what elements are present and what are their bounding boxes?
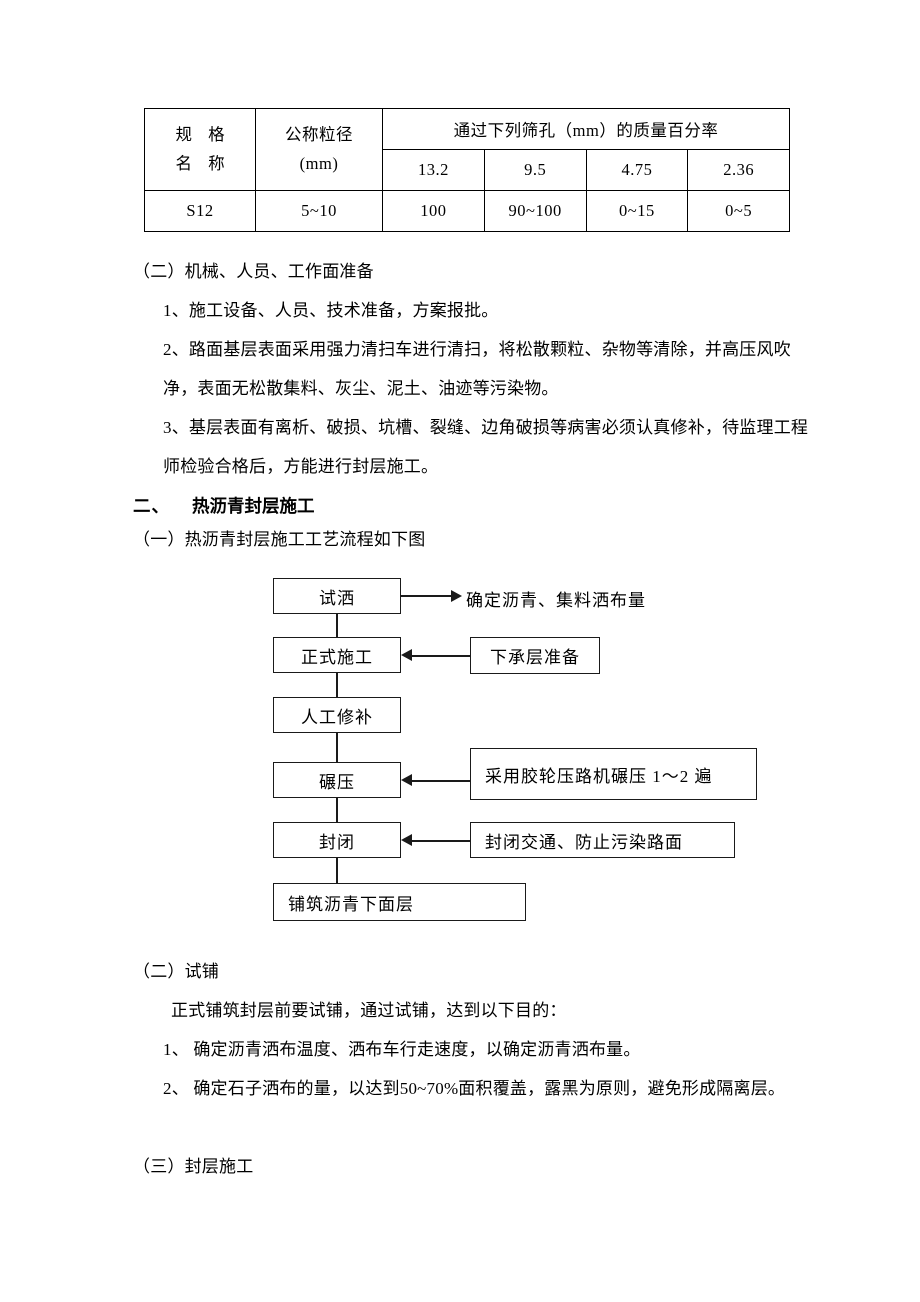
trial-paving-item-1: 1、 确定沥青洒布温度、洒布车行走速度，以确定沥青洒布量。: [163, 1040, 641, 1059]
flow-box-rolling-note: 采用胶轮压路机碾压 1～2 遍: [470, 748, 757, 800]
prep-item-1: 1、施工设备、人员、技术准备，方案报批。: [163, 301, 499, 320]
arrow-head-subbase-to-formal: [401, 649, 412, 661]
cell-sieve-0: 100: [382, 190, 485, 232]
prep-item-3: 3、基层表面有离析、破损、坑槽、裂缝、边角破损等病害必须认真修补，待监理工程师检…: [163, 418, 809, 476]
arrow-head-trial-output: [451, 590, 462, 602]
document-page: 规 格 名 称 公称粒径 (mm) 通过下列筛孔（mm）的质量百分率 13.2 …: [0, 0, 920, 1302]
trial-paving-heading: （二）试铺: [133, 962, 219, 981]
chapter-two-heading: 二、 热沥青封层施工: [133, 491, 315, 521]
table-header-nominal-size: 公称粒径 (mm): [255, 108, 383, 191]
flow-box-manual-repair: 人工修补: [273, 697, 401, 733]
connector-repair-to-rolling: [336, 733, 338, 762]
cell-grade-name: S12: [144, 190, 256, 232]
cell-sieve-3: 0~5: [687, 190, 790, 232]
prep-item-2: 2、路面基层表面采用强力清扫车进行清扫，将松散颗粒、杂物等清除，并高压风吹净，表…: [163, 340, 791, 398]
flow-box-subbase-preparation: 下承层准备: [470, 637, 600, 674]
flow-box-trial-spray: 试洒: [273, 578, 401, 614]
flow-box-rolling: 碾压: [273, 762, 401, 798]
table-header-grade: 规 格 名 称: [144, 108, 256, 191]
arrow-line-rolling-note-to-rolling: [412, 780, 470, 782]
table-header-sieve-1: 9.5: [483, 149, 587, 191]
table-header-sieve-group: 通过下列筛孔（mm）的质量百分率: [382, 108, 790, 150]
grade-header-line2: 名 称: [175, 153, 231, 173]
flow-section-heading: （一）热沥青封层施工工艺流程如下图: [133, 530, 426, 549]
connector-closure-to-lay: [336, 858, 338, 883]
chapter-two-number: 二、: [133, 496, 170, 516]
table-header-sieve-3: 2.36: [687, 149, 790, 191]
flow-box-closure: 封闭: [273, 822, 401, 858]
table-row: S12 5~10 100 90~100 0~15 0~5: [144, 190, 790, 232]
flow-label-trial-spray-output: 确定沥青、集料洒布量: [466, 591, 646, 610]
trial-paving-item-2: 2、 确定石子洒布的量，以达到50~70%面积覆盖，露黑为原则，避免形成隔离层。: [163, 1079, 786, 1098]
aggregate-spec-table: 规 格 名 称 公称粒径 (mm) 通过下列筛孔（mm）的质量百分率 13.2 …: [144, 108, 790, 232]
arrow-line-trial-output: [401, 595, 451, 597]
connector-trial-to-formal: [336, 614, 338, 637]
flow-box-closure-note: 封闭交通、防止污染路面: [470, 822, 735, 858]
table-row: 规 格 名 称 公称粒径 (mm) 通过下列筛孔（mm）的质量百分率: [144, 108, 790, 191]
connector-formal-to-repair: [336, 673, 338, 697]
connector-rolling-to-closure: [336, 798, 338, 822]
flow-box-lay-asphalt-lower-course: 铺筑沥青下面层: [273, 883, 526, 921]
nominal-header-line2: (mm): [299, 153, 339, 173]
arrow-head-closure-note-to-closure: [401, 834, 412, 846]
table-header-sieve-0: 13.2: [382, 149, 485, 191]
grade-header-line1: 规 格: [175, 124, 231, 144]
cell-sieve-1: 90~100: [483, 190, 587, 232]
prep-section-heading: （二）机械、人员、工作面准备: [133, 262, 374, 281]
trial-paving-intro: 正式铺筑封层前要试铺，通过试铺，达到以下目的：: [171, 1001, 567, 1020]
chapter-two-title: 热沥青封层施工: [192, 496, 315, 516]
cell-sieve-2: 0~15: [585, 190, 689, 232]
seal-construction-heading: （三）封层施工: [133, 1157, 254, 1176]
arrow-line-subbase-to-formal: [412, 655, 470, 657]
arrow-line-closure-note-to-closure: [412, 840, 470, 842]
flow-box-formal-construction: 正式施工: [273, 637, 401, 673]
arrow-head-rolling-note-to-rolling: [401, 774, 412, 786]
table-header-sieve-2: 4.75: [585, 149, 689, 191]
cell-nominal-size: 5~10: [255, 190, 383, 232]
nominal-header-line1: 公称粒径: [285, 124, 353, 144]
